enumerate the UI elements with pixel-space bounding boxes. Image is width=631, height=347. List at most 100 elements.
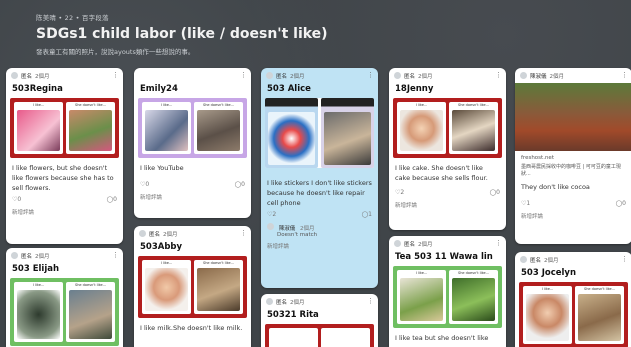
comment-text: Doesn't match: [277, 232, 318, 238]
child-photo: [526, 294, 569, 341]
post-description: I like YouTube: [140, 164, 184, 172]
image-panel-right: She doesn't like...: [449, 270, 498, 324]
avatar: [266, 298, 273, 305]
post-footer: ♡2 ◯0: [389, 183, 506, 199]
post-card[interactable]: 陳淑儀 2個月 ⋮ freshost.net 墨西哥農民採收中的咖啡豆 | 可可…: [515, 68, 631, 244]
panel-label: She doesn't like...: [202, 261, 235, 265]
menu-icon[interactable]: ⋮: [240, 71, 247, 79]
menu-icon[interactable]: ⋮: [112, 251, 119, 259]
add-comment-link[interactable]: 新增評論: [6, 206, 123, 221]
post-description: I like cake. She doesn't like cake becau…: [395, 164, 488, 182]
comment-button[interactable]: ◯1: [361, 211, 372, 218]
image-panel-right: She doesn't like...: [194, 260, 243, 314]
link-domain[interactable]: freshost.net: [515, 153, 631, 163]
child-worker-photo: [69, 290, 112, 339]
post-card[interactable]: ⋮ Emily24 I like... She doesn't like... …: [134, 68, 251, 218]
post-time: 2個月: [35, 253, 50, 260]
add-comment-link[interactable]: 新增評論: [389, 199, 506, 214]
breadcrumb[interactable]: 陈美晴 • 22 • 百字段落: [36, 12, 596, 22]
phone-repair-photo: [324, 112, 371, 165]
panel-label: I like...: [32, 283, 45, 287]
post-image[interactable]: I like... She doesn't like...: [519, 282, 628, 347]
post-image[interactable]: I like... She doesn't like...: [138, 98, 247, 158]
panel-label: She doesn't like...: [457, 271, 490, 275]
post-title: 18Jenny: [395, 84, 434, 94]
image-panel-right: [321, 98, 374, 168]
post-image[interactable]: I like... She doesn't like...: [393, 266, 502, 328]
add-comment-link[interactable]: 新增評論: [261, 240, 378, 255]
author-name: 匿名: [276, 299, 288, 306]
post-header: 匿名 2個月 ⋮: [134, 226, 251, 241]
child-cake-photo: [400, 110, 443, 151]
like-button[interactable]: ♡0: [12, 196, 21, 203]
like-button[interactable]: ♡0: [140, 181, 149, 188]
like-button[interactable]: ♡2: [395, 189, 404, 196]
panel-label: I like...: [541, 287, 554, 291]
post-card[interactable]: 匿名 2個月 ⋮ 503Regina I like... She doesn't…: [6, 68, 123, 244]
menu-icon[interactable]: ⋮: [112, 71, 119, 79]
post-card[interactable]: 匿名 2個月 ⋮ Tea 503 11 Wawa lin I like... S…: [389, 236, 506, 347]
image-panel-left: [269, 328, 318, 347]
post-card[interactable]: 匿名 2個月 ⋮ 503 Alice I like stickers I don…: [261, 68, 378, 288]
image-panel-left: I like...: [14, 282, 63, 342]
comment-button[interactable]: ◯0: [234, 181, 245, 188]
post-card[interactable]: 匿名 2個月 ⋮ 503 Jocelyn I like... She doesn…: [515, 252, 631, 347]
avatar: [394, 72, 401, 79]
post-card[interactable]: 匿名 2個月 ⋮ 18Jenny I like... She doesn't l…: [389, 68, 506, 230]
post-board: 匿名 2個月 ⋮ 503Regina I like... She doesn't…: [0, 64, 631, 347]
image-panel-right: She doesn't like...: [66, 282, 115, 342]
post-card[interactable]: 匿名 2個月 ⋮ 503 Elijah I like... She doesn'…: [6, 248, 123, 347]
comment-button[interactable]: ◯0: [489, 189, 500, 196]
post-image[interactable]: I like... She doesn't like...: [138, 256, 247, 318]
image-panel-left: I like...: [397, 102, 446, 154]
post-time: 2個月: [549, 73, 565, 80]
panel-label: She doesn't like...: [457, 103, 490, 107]
post-header: 匿名 2個月 ⋮: [389, 68, 506, 83]
post-image[interactable]: [265, 98, 374, 168]
post-title: Emily24: [140, 84, 178, 94]
menu-icon[interactable]: ⋮: [621, 255, 628, 263]
image-panel-right: She doesn't like...: [449, 102, 498, 154]
comment-button[interactable]: ◯0: [615, 200, 626, 207]
author-name: 匿名: [530, 257, 542, 264]
link-preview-image[interactable]: [515, 83, 631, 151]
post-time: 2個月: [418, 241, 433, 248]
add-comment-link[interactable]: 新增評論: [134, 191, 251, 206]
post-footer: ♡2 ◯1: [261, 208, 378, 221]
post-title: 50321 Rita: [267, 310, 319, 320]
link-title[interactable]: 墨西哥農民採收中的咖啡豆 | 可可豆的童工現狀...: [515, 163, 631, 179]
like-count: 2: [400, 189, 405, 196]
image-panel-right: She doesn't like...: [194, 102, 243, 154]
like-count: 0: [17, 196, 22, 203]
image-panel-left: [265, 98, 318, 168]
post-image[interactable]: [265, 324, 374, 347]
menu-icon[interactable]: ⋮: [240, 229, 247, 237]
post-description: I like flowers, but she doesn't like flo…: [12, 164, 114, 192]
image-panel-left: I like...: [523, 286, 572, 344]
comment: 陳淑儀 2個月 Doesn't match: [261, 221, 378, 240]
like-button[interactable]: ♡2: [267, 211, 276, 218]
avatar: [267, 223, 274, 230]
post-card[interactable]: 匿名 2個月 ⋮ 50321 Rita: [261, 294, 378, 347]
post-title: 503 Jocelyn: [521, 268, 577, 278]
comment-button[interactable]: ◯0: [106, 196, 117, 203]
tea-picker-photo: [452, 278, 495, 321]
post-image[interactable]: I like... She doesn't like...: [393, 98, 502, 158]
like-button[interactable]: ♡1: [521, 200, 530, 207]
post-card[interactable]: 匿名 2個月 ⋮ 503Abby I like... She doesn't l…: [134, 226, 251, 347]
post-image[interactable]: I like... She doesn't like...: [10, 98, 119, 158]
child-worker-photo: [197, 110, 240, 151]
panel-label: I like...: [32, 103, 45, 107]
post-header: 匿名 2個月 ⋮: [515, 252, 631, 267]
comment-count: 0: [496, 189, 500, 196]
menu-icon[interactable]: ⋮: [495, 239, 502, 247]
author-name: 匿名: [21, 253, 33, 260]
post-description: I like milk.She doesn't like milk.: [140, 324, 243, 332]
add-comment-link[interactable]: 新增評論: [515, 210, 631, 225]
post-image[interactable]: I like... She doesn't like...: [10, 278, 119, 346]
menu-icon[interactable]: ⋮: [367, 297, 374, 305]
menu-icon[interactable]: ⋮: [621, 71, 628, 79]
menu-icon[interactable]: ⋮: [495, 71, 502, 79]
menu-icon[interactable]: ⋮: [367, 71, 374, 79]
author-name: 匿名: [21, 73, 33, 80]
